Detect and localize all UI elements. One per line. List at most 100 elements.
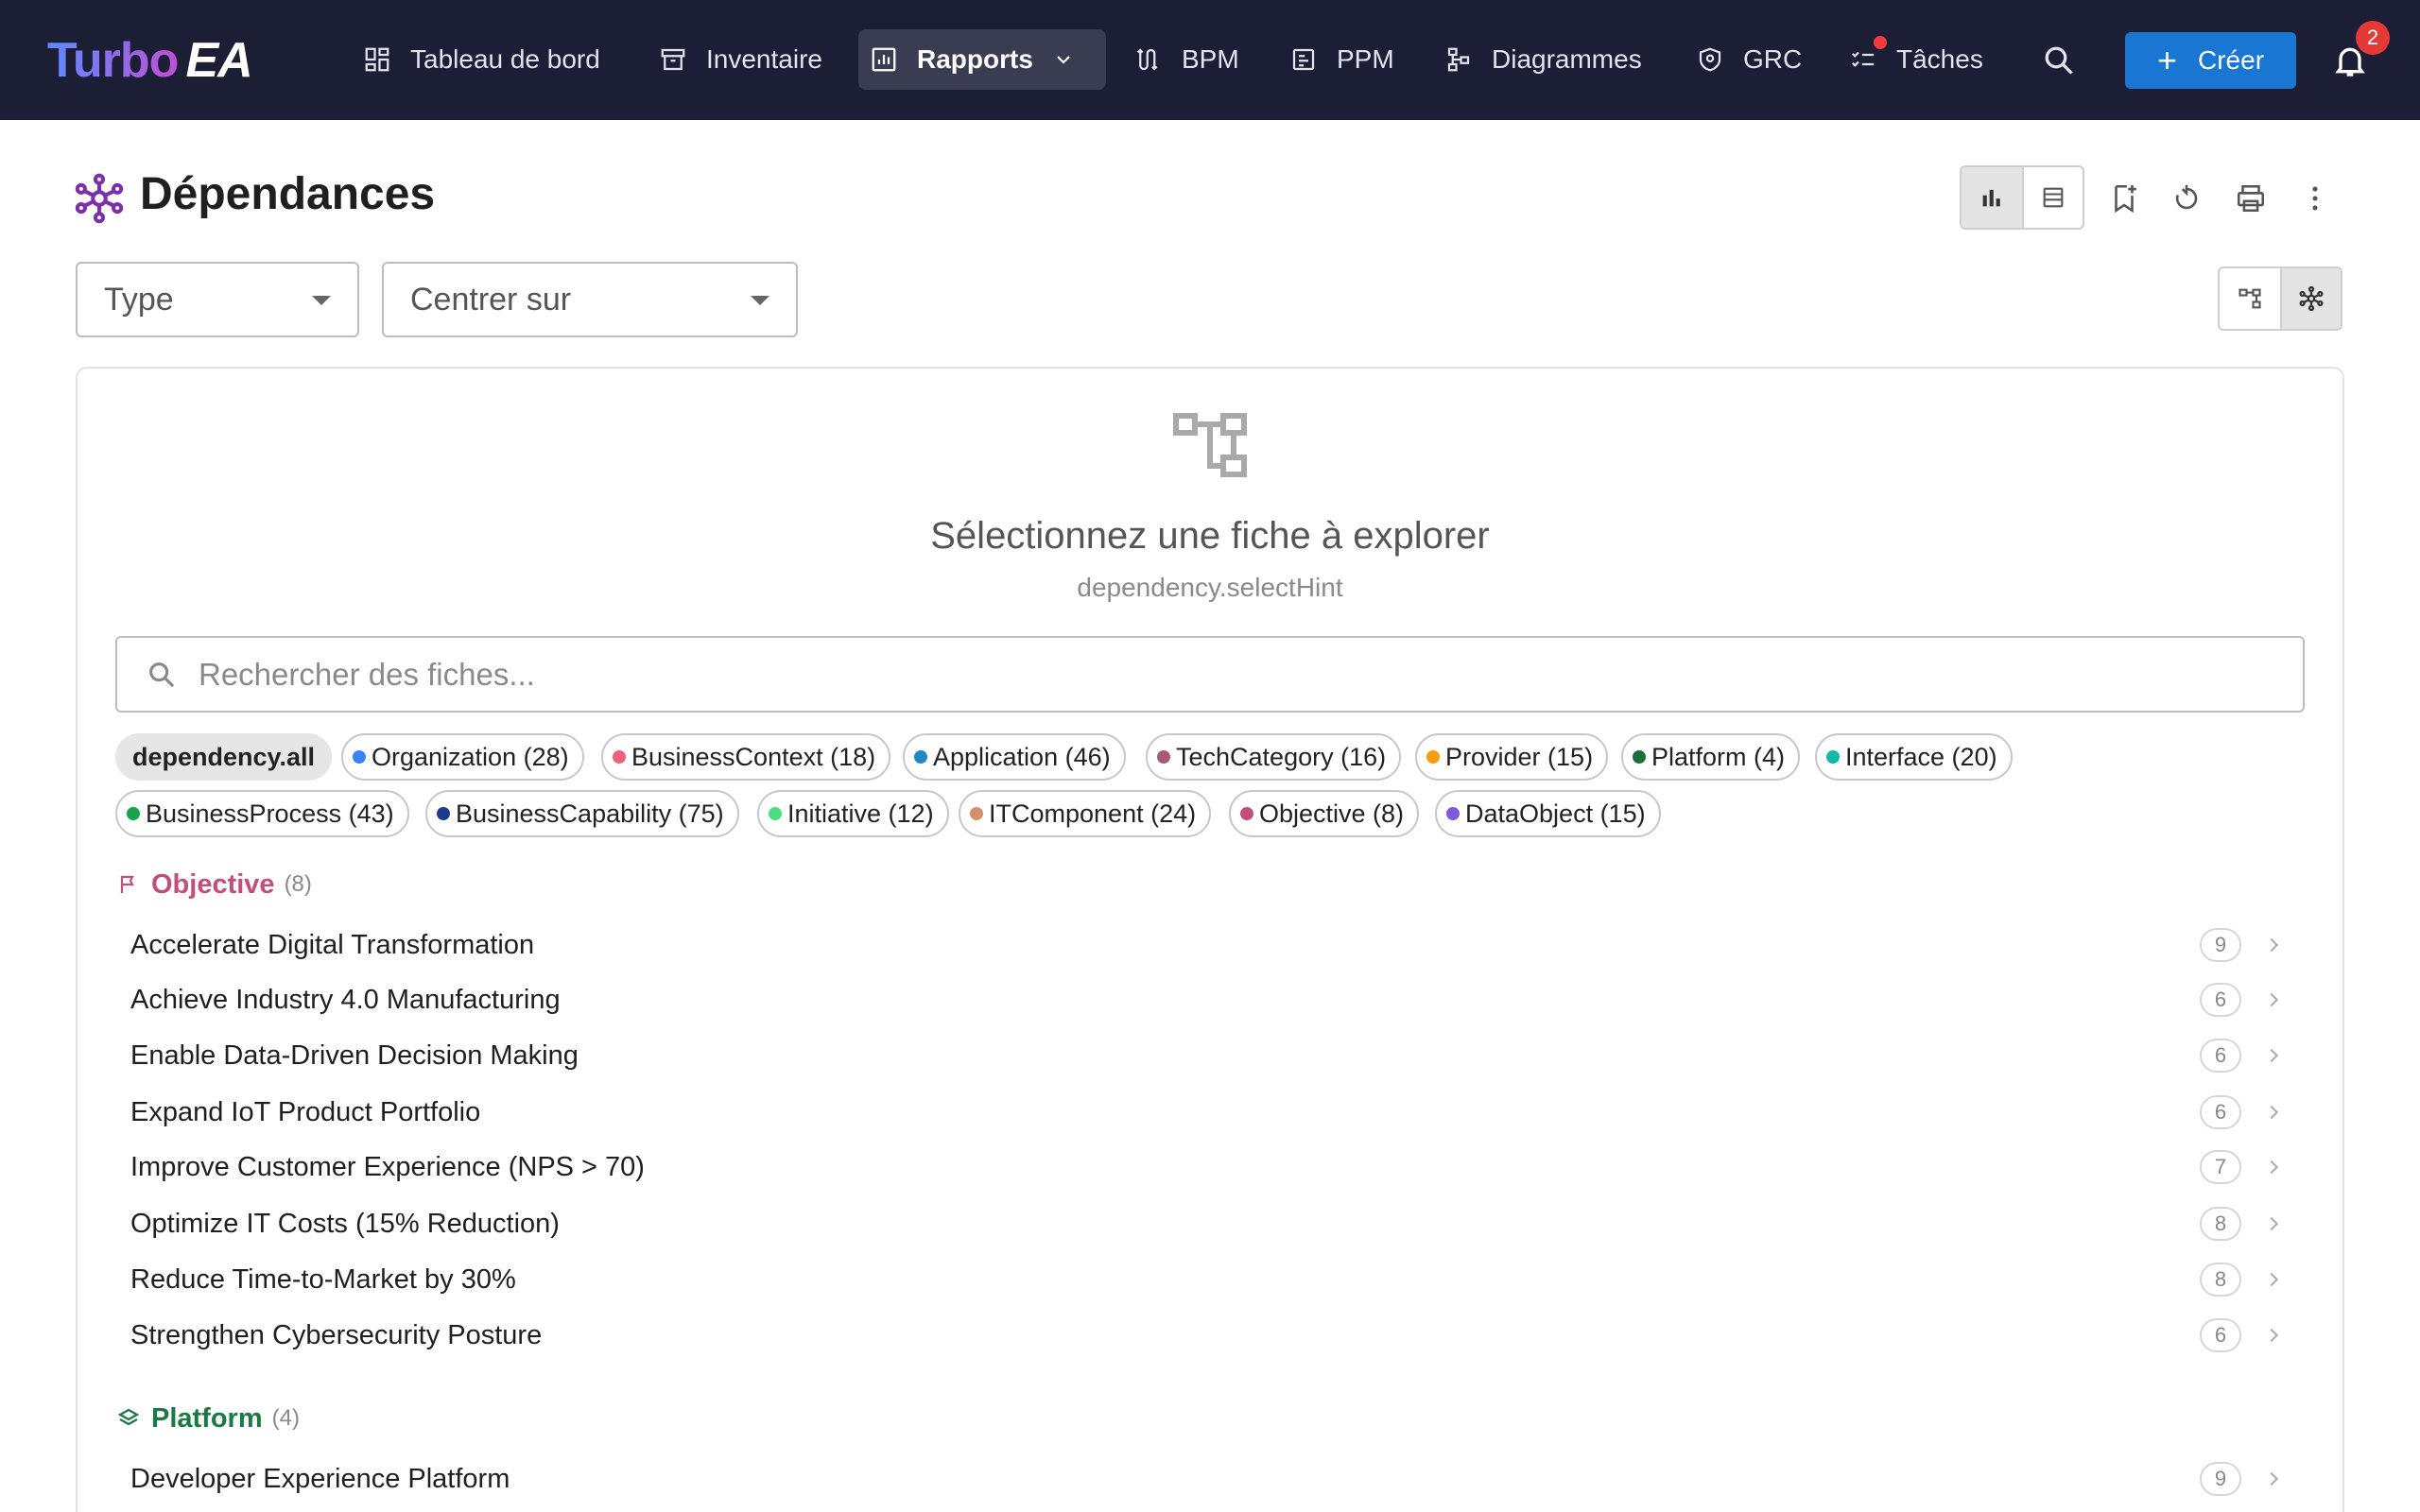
item-name: Optimize IT Costs (15% Reduction) bbox=[130, 1208, 560, 1239]
group-count: (4) bbox=[271, 1405, 300, 1431]
filter-chip-label: DataObject (15) bbox=[1465, 799, 1646, 828]
nav-item-grc[interactable]: GRC bbox=[1685, 29, 1813, 90]
item-relation-count: 7 bbox=[2200, 1150, 2241, 1184]
filter-chip-label: Interface (20) bbox=[1845, 742, 1997, 771]
color-dot bbox=[437, 807, 450, 820]
item-name: Reduce Time-to-Market by 30% bbox=[130, 1263, 516, 1295]
app-logo[interactable]: Turbo EA bbox=[47, 26, 253, 94]
nav-item-tasks[interactable]: Tâches bbox=[1838, 29, 1995, 90]
print-icon[interactable] bbox=[2235, 182, 2267, 215]
chevron-down-icon bbox=[1057, 56, 1070, 64]
nav-item-label: Tableau de bord bbox=[410, 44, 600, 74]
filter-chip-label: Objective (8) bbox=[1259, 799, 1405, 828]
group-header-platform: Platform (4) bbox=[117, 1400, 300, 1437]
chart-view-button[interactable] bbox=[1962, 167, 2022, 228]
filter-chip-techcategory[interactable]: TechCategory (16) bbox=[1146, 733, 1402, 781]
list-item[interactable]: Achieve Industry 4.0 Manufacturing 6 bbox=[115, 973, 2290, 1026]
caret-down-icon bbox=[751, 296, 769, 305]
item-relation-count: 9 bbox=[2200, 928, 2241, 962]
diagram-icon bbox=[1447, 47, 1470, 72]
tree-structure-icon bbox=[1173, 413, 1247, 477]
color-dot bbox=[127, 807, 140, 820]
filter-chip-label: dependency.all bbox=[132, 742, 316, 771]
type-select[interactable]: Type bbox=[76, 262, 359, 337]
color-dot bbox=[1240, 807, 1253, 820]
search-icon[interactable] bbox=[2042, 43, 2076, 77]
item-name: Developer Experience Platform bbox=[130, 1463, 510, 1494]
filter-chip-businesscontext[interactable]: BusinessContext (18) bbox=[601, 733, 891, 781]
item-relation-count: 6 bbox=[2200, 1095, 2241, 1129]
color-dot bbox=[613, 750, 626, 764]
filter-chip-objective[interactable]: Objective (8) bbox=[1229, 790, 1420, 837]
chevron-right-icon bbox=[2270, 937, 2279, 953]
bookmark-add-icon[interactable] bbox=[2108, 182, 2140, 215]
nav-item-bpm[interactable]: BPM bbox=[1123, 29, 1251, 90]
filter-chip-provider[interactable]: Provider (15) bbox=[1415, 733, 1609, 781]
view-mode-toggle bbox=[1960, 165, 2084, 230]
filter-chip-itcomponent[interactable]: ITComponent (24) bbox=[959, 790, 1212, 837]
chevron-right-icon bbox=[2270, 1105, 2279, 1120]
item-relation-count: 6 bbox=[2200, 1039, 2241, 1073]
nav-item-dashboard[interactable]: Tableau de bord bbox=[352, 29, 612, 90]
color-dot bbox=[1826, 750, 1840, 764]
item-name: Accelerate Digital Transformation bbox=[130, 929, 535, 960]
notification-badge: 2 bbox=[2356, 21, 2390, 55]
color-dot bbox=[970, 807, 983, 820]
nav-item-label: Inventaire bbox=[706, 44, 822, 74]
list-item[interactable]: Accelerate Digital Transformation 9 bbox=[115, 919, 2290, 971]
item-name: Strengthen Cybersecurity Posture bbox=[130, 1319, 543, 1350]
filter-chip-businesscapability[interactable]: BusinessCapability (75) bbox=[425, 790, 739, 837]
empty-state-title: Sélectionnez une fiche à explorer bbox=[930, 515, 1490, 557]
card-search-box bbox=[115, 636, 2305, 713]
type-select-value: Type bbox=[104, 281, 174, 318]
nav-item-ppm[interactable]: PPM bbox=[1278, 29, 1406, 90]
table-view-button[interactable] bbox=[2022, 167, 2083, 228]
nav-item-reports[interactable]: Rapports bbox=[858, 29, 1106, 90]
empty-state-hint: dependency.selectHint bbox=[1077, 573, 1343, 602]
chevron-right-icon bbox=[2270, 1471, 2279, 1486]
list-item[interactable]: Developer Experience Platform 9 bbox=[115, 1452, 2290, 1505]
create-button[interactable]: + Créer bbox=[2125, 32, 2296, 89]
filter-chip-platform[interactable]: Platform (4) bbox=[1621, 733, 1801, 781]
filter-chip-dataobject[interactable]: DataObject (15) bbox=[1435, 790, 1661, 837]
filter-chip-interface[interactable]: Interface (20) bbox=[1815, 733, 2013, 781]
filter-chip-application[interactable]: Application (46) bbox=[903, 733, 1126, 781]
network-layout-button[interactable] bbox=[2280, 268, 2341, 329]
center-on-select[interactable]: Centrer sur bbox=[382, 262, 798, 337]
network-icon bbox=[2299, 285, 2324, 312]
item-name: Achieve Industry 4.0 Manufacturing bbox=[130, 984, 561, 1015]
table-icon bbox=[2043, 187, 2064, 208]
filter-chip-label: Platform (4) bbox=[1651, 742, 1786, 771]
top-navigation-bar: Turbo EA Tableau de bord Inventaire Rapp… bbox=[0, 0, 2420, 120]
group-name: Platform bbox=[151, 1402, 263, 1434]
nav-item-diagrams[interactable]: Diagrammes bbox=[1433, 29, 1653, 90]
list-item[interactable]: Expand IoT Product Portfolio 6 bbox=[115, 1086, 2290, 1139]
list-item[interactable]: Enable Data-Driven Decision Making 6 bbox=[115, 1029, 2290, 1082]
filter-chip-label: BusinessContext (18) bbox=[631, 742, 876, 771]
list-item[interactable]: Optimize IT Costs (15% Reduction) 8 bbox=[115, 1197, 2290, 1250]
list-item[interactable]: Strengthen Cybersecurity Posture 6 bbox=[115, 1309, 2290, 1362]
more-vertical-icon[interactable] bbox=[2299, 182, 2331, 215]
bar-chart-icon bbox=[1982, 189, 2000, 207]
filter-chip-label: BusinessCapability (75) bbox=[456, 799, 724, 828]
list-item[interactable]: Reduce Time-to-Market by 30% 8 bbox=[115, 1253, 2290, 1306]
archive-icon bbox=[661, 48, 685, 71]
chevron-right-icon bbox=[2270, 1160, 2279, 1175]
tasks-notification-dot bbox=[1874, 36, 1887, 49]
nav-item-inventory[interactable]: Inventaire bbox=[648, 29, 834, 90]
nav-item-label: BPM bbox=[1182, 44, 1239, 74]
reset-icon[interactable] bbox=[2170, 182, 2203, 215]
filter-chip-initiative[interactable]: Initiative (12) bbox=[757, 790, 949, 837]
filter-chip-businessprocess[interactable]: BusinessProcess (43) bbox=[115, 790, 409, 837]
filter-chip-organization[interactable]: Organization (28) bbox=[341, 733, 584, 781]
dashboard-icon bbox=[365, 47, 389, 72]
list-item[interactable]: Improve Customer Experience (NPS > 70) 7 bbox=[115, 1141, 2290, 1194]
color-dot bbox=[1157, 750, 1170, 764]
tree-layout-button[interactable] bbox=[2220, 268, 2280, 329]
filter-chip-all[interactable]: dependency.all bbox=[115, 733, 333, 781]
chevron-right-icon bbox=[2270, 1272, 2279, 1287]
group-header-objective: Objective (8) bbox=[117, 866, 312, 903]
card-search-input[interactable] bbox=[199, 656, 2184, 693]
process-icon bbox=[1136, 48, 1158, 71]
tree-icon bbox=[2238, 288, 2261, 309]
